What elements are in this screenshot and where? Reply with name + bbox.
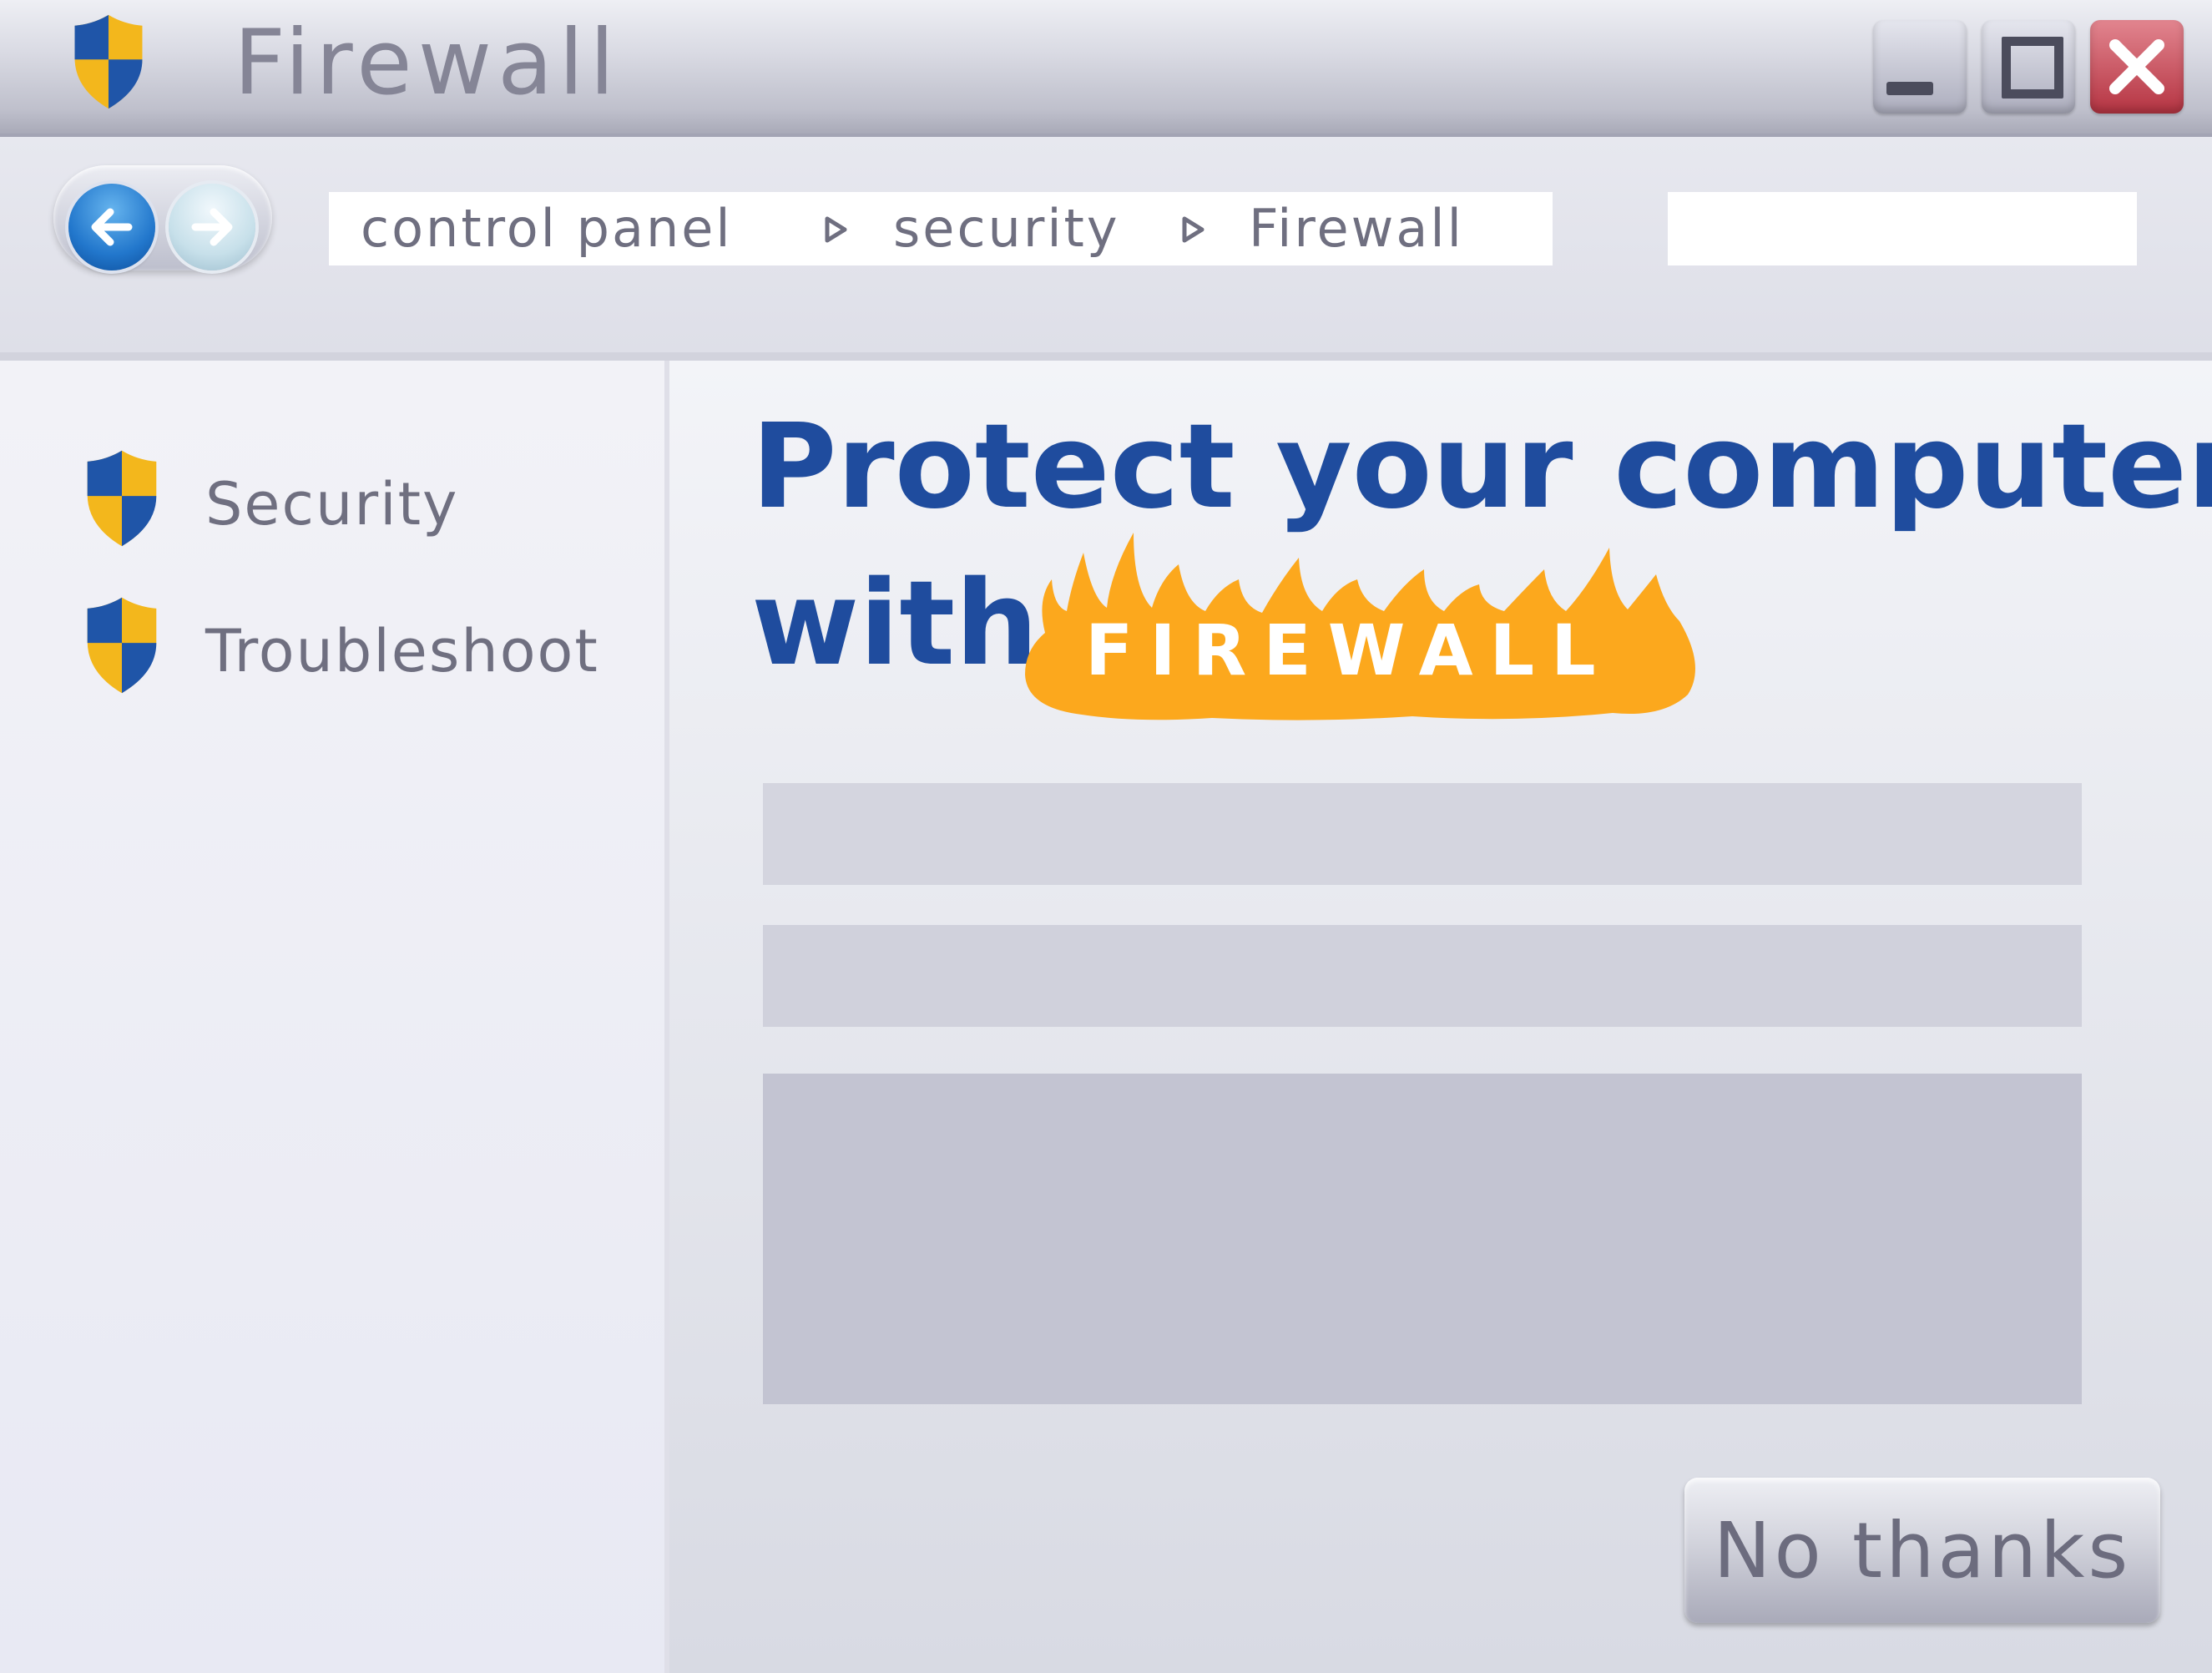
- window-title: Firewall: [234, 11, 621, 115]
- sidebar-item-label: Security: [205, 470, 459, 538]
- minimize-icon: [1886, 82, 1933, 95]
- back-button[interactable]: [68, 184, 155, 270]
- breadcrumb-item-control-panel[interactable]: control panel: [361, 197, 733, 260]
- main-content: Protect your computer with FIREWALL No t…: [669, 361, 2212, 1673]
- breadcrumb-item-firewall[interactable]: Firewall: [1249, 197, 1464, 260]
- sidebar-item-label: Troubleshoot: [205, 617, 599, 685]
- sidebar: Security Troubleshoot: [0, 361, 669, 1673]
- triangle-right-icon: [825, 216, 847, 243]
- arrow-right-icon: [191, 208, 233, 246]
- minimize-button[interactable]: [1873, 20, 1967, 114]
- headline: Protect your computer: [751, 399, 2212, 535]
- maximize-icon: [2002, 37, 2063, 99]
- content-placeholder: [763, 925, 2082, 1027]
- no-thanks-button[interactable]: No thanks: [1684, 1478, 2160, 1623]
- sidebar-item-troubleshoot[interactable]: Troubleshoot: [82, 594, 616, 703]
- forward-button[interactable]: [169, 184, 255, 270]
- title-bar: Firewall: [0, 0, 2212, 137]
- shield-icon: [87, 450, 157, 547]
- shield-icon: [87, 597, 157, 694]
- content-placeholder: [763, 1074, 2082, 1404]
- sidebar-item-security[interactable]: Security: [82, 447, 616, 556]
- breadcrumb[interactable]: control panel security Firewall: [329, 192, 1553, 265]
- content-placeholder: [763, 783, 2082, 885]
- triangle-right-icon: [1182, 216, 1204, 243]
- close-icon: [2109, 39, 2164, 94]
- firewall-highlight: FIREWALL: [1085, 609, 1613, 691]
- search-input[interactable]: [1668, 192, 2137, 265]
- maximize-button[interactable]: [1982, 20, 2075, 114]
- headline-with: with: [751, 556, 1038, 692]
- shield-icon: [74, 14, 143, 109]
- arrow-left-icon: [91, 208, 133, 246]
- close-button[interactable]: [2090, 20, 2184, 114]
- breadcrumb-item-security[interactable]: security: [893, 197, 1120, 260]
